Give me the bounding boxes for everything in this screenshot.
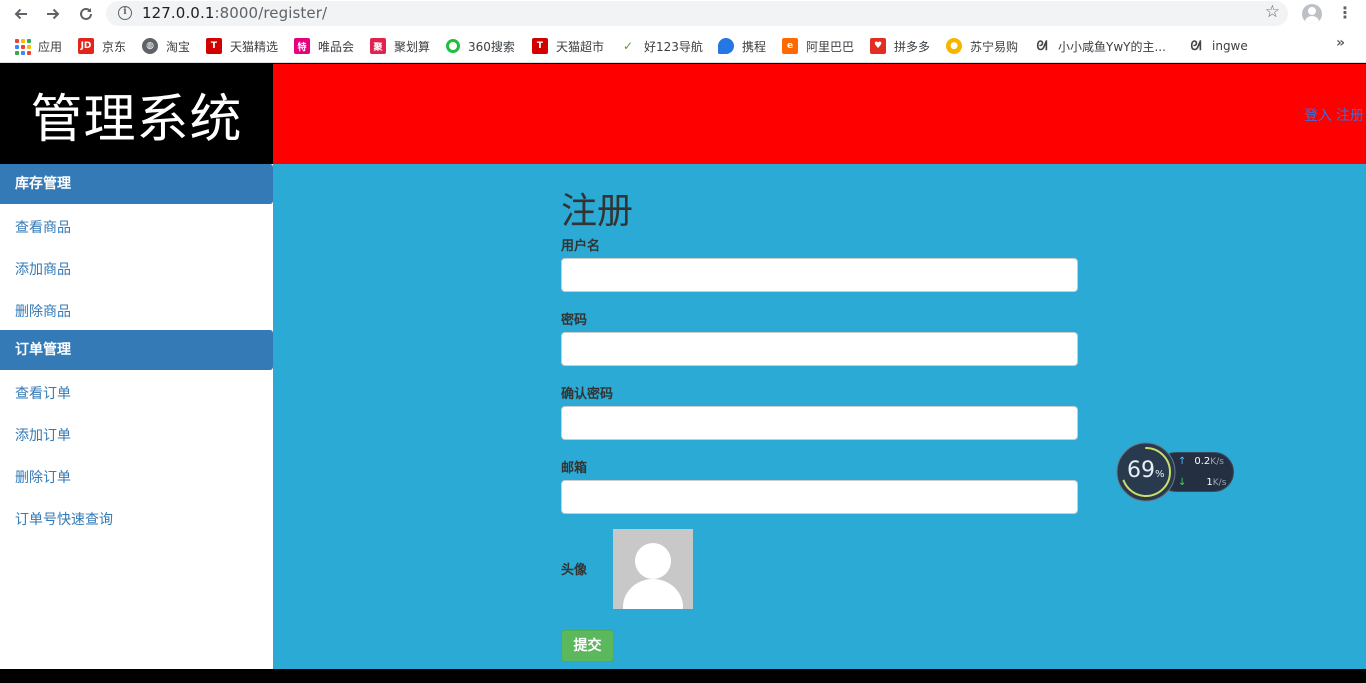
ctrip-icon — [718, 38, 734, 54]
bookmark-tmall-market[interactable]: T 天猫超市 — [532, 37, 604, 55]
avatar-placeholder-icon — [635, 543, 671, 579]
reload-icon[interactable] — [75, 3, 97, 25]
bookmark-alibaba[interactable]: e 阿里巴巴 — [782, 37, 854, 55]
jd-icon: JD — [78, 38, 94, 54]
confirm-password-label: 确认密码 — [561, 387, 614, 402]
avatar-upload[interactable] — [613, 529, 693, 609]
sidebar-item-order-search[interactable]: 订单号快速查询 — [15, 509, 113, 529]
pinduoduo-icon: ♥ — [870, 38, 886, 54]
browser-toolbar: i 127.0.0.1:8000/register/ ☆ ⋮ — [0, 0, 1366, 28]
browser-menu-icon[interactable]: ⋮ — [1337, 3, 1353, 25]
bird-icon: ᘛ — [1036, 38, 1048, 54]
bookmark-apps[interactable]: 应用 — [14, 37, 62, 55]
bookmark-taobao[interactable]: ◍ 淘宝 — [142, 37, 190, 55]
avatar-label: 头像 — [561, 563, 588, 578]
bookmark-vip[interactable]: 特唯品会 — [294, 37, 354, 55]
sidebar-section-inventory[interactable]: 库存管理 — [0, 164, 273, 204]
download-arrow-icon: ↓ — [1178, 477, 1187, 488]
bookmark-hao123[interactable]: ✓ 好123导航 — [620, 37, 703, 55]
sidebar-item-view-goods[interactable]: 查看商品 — [15, 217, 71, 237]
password-label: 密码 — [561, 313, 588, 328]
more-bookmarks-icon[interactable]: » — [1336, 35, 1345, 51]
page-title: 注册 — [561, 191, 634, 232]
login-link[interactable]: 登入 — [1304, 108, 1332, 124]
sidebar-section-orders[interactable]: 订单管理 — [0, 330, 273, 370]
bookmark-tmall-select[interactable]: T 天猫精选 — [206, 37, 278, 55]
username-label: 用户名 — [561, 239, 601, 254]
apps-grid-icon — [14, 38, 31, 55]
url-text: 127.0.0.1:8000/register/ — [142, 4, 328, 22]
auth-links: 登入 注册 — [1300, 105, 1364, 125]
back-arrow-icon[interactable] — [10, 3, 32, 25]
bookmark-xianyu[interactable]: ᘛ 小小咸鱼YwY的主... — [1034, 37, 1165, 55]
email-label: 邮箱 — [561, 461, 588, 476]
bookmark-jd[interactable]: JD 京东 — [78, 37, 126, 55]
bookmark-star-icon[interactable]: ☆ — [1265, 2, 1280, 22]
upload-arrow-icon: ↑ — [1178, 456, 1187, 467]
email-input[interactable] — [561, 480, 1078, 514]
suning-icon: ● — [946, 38, 962, 54]
globe-icon: ◍ — [142, 38, 158, 54]
app-header: 管理系统 登入 注册 — [0, 64, 1366, 164]
submit-button[interactable]: 提交 — [561, 630, 614, 662]
sidebar-item-delete-order[interactable]: 删除订单 — [15, 467, 71, 487]
sidebar-item-add-order[interactable]: 添加订单 — [15, 425, 71, 445]
sidebar-item-add-goods[interactable]: 添加商品 — [15, 259, 71, 279]
network-speed-widget[interactable]: 69% ↑ 0.2K/s ↓ 1K/s — [1116, 442, 1236, 502]
360-icon — [446, 39, 460, 53]
bookmark-ctrip[interactable]: 携程 — [718, 37, 766, 55]
tmall-icon: T — [206, 38, 222, 54]
alibaba-icon: e — [782, 38, 798, 54]
download-speed: ↓ 1K/s — [1178, 477, 1227, 488]
bookmark-ingwe[interactable]: ᘛ ingwe — [1188, 37, 1247, 55]
bookmark-360[interactable]: 360搜索 — [446, 37, 515, 55]
profile-avatar-icon[interactable] — [1302, 4, 1322, 24]
bird-icon: ᘛ — [1190, 38, 1202, 54]
sidebar: 库存管理 查看商品 添加商品 删除商品 订单管理 查看订单 添加订单 删除订单 … — [0, 164, 273, 669]
avatar-placeholder-body — [623, 579, 683, 609]
juhuasuan-icon: 聚 — [370, 38, 386, 54]
bookmark-suning[interactable]: ● 苏宁易购 — [946, 37, 1018, 55]
app-logo: 管理系统 — [0, 64, 273, 164]
upload-speed: ↑ 0.2K/s — [1178, 456, 1224, 467]
hao123-icon: ✓ — [622, 39, 634, 53]
bookmark-pinduoduo[interactable]: ♥ 拼多多 — [870, 37, 930, 55]
confirm-password-input[interactable] — [561, 406, 1078, 440]
username-input[interactable] — [561, 258, 1078, 292]
forward-arrow-icon[interactable] — [42, 3, 64, 25]
tmall-market-icon: T — [532, 38, 548, 54]
bookmarks-bar: 应用 JD 京东 ◍ 淘宝 T 天猫精选 特唯品会 聚聚划算 360搜索 T 天猫超市 … — [0, 28, 1366, 63]
sidebar-item-delete-goods[interactable]: 删除商品 — [15, 301, 71, 321]
vip-icon: 特 — [294, 38, 310, 54]
password-input[interactable] — [561, 332, 1078, 366]
register-link[interactable]: 注册 — [1336, 108, 1364, 124]
sidebar-item-view-orders[interactable]: 查看订单 — [15, 383, 71, 403]
address-bar[interactable]: i 127.0.0.1:8000/register/ ☆ — [106, 1, 1288, 26]
bookmark-juhuasuan[interactable]: 聚聚划算 — [370, 37, 430, 55]
memory-percent: 69% — [1127, 458, 1165, 483]
main-content: 注册 用户名 密码 确认密码 邮箱 头像 提交 — [273, 164, 1366, 669]
info-icon[interactable]: i — [118, 6, 132, 20]
